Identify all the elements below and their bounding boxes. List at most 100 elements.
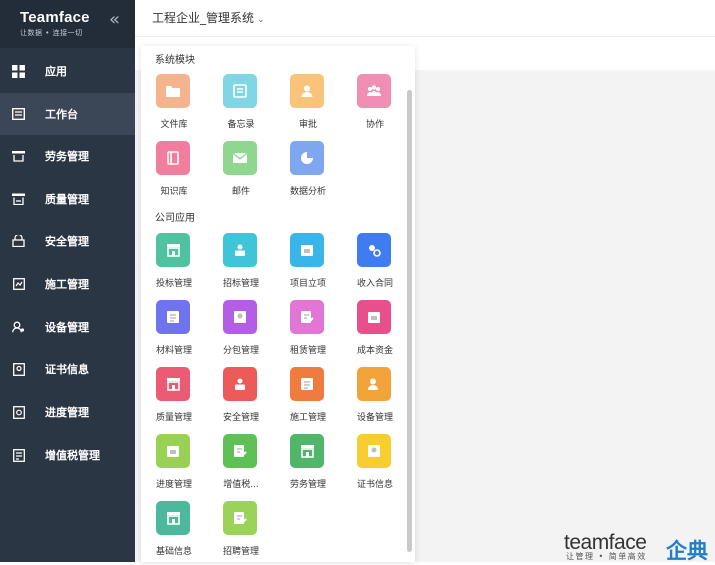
grid-icon (12, 64, 25, 78)
sidebar-item-tax[interactable]: 增值税管理 (0, 434, 135, 476)
badge-icon (223, 300, 257, 334)
store-icon (156, 367, 190, 401)
sidebar-item-safety[interactable]: 安全管理 (0, 220, 135, 262)
app-label: 投标管理 (155, 279, 192, 289)
app-tile-sys-apps-0[interactable]: 文件库 (141, 74, 207, 134)
app-tile-co-apps-4[interactable]: 材料管理 (141, 300, 207, 360)
sidebar-item-certificate[interactable]: 证书信息 (0, 348, 135, 390)
app-tile-co-apps-10[interactable]: 施工管理 (275, 367, 341, 427)
section-title-company: 公司应用 (155, 213, 195, 224)
sidebar-item-label: 质量管理 (45, 193, 89, 206)
app-label: 审批 (298, 120, 317, 130)
app-label: 质量管理 (155, 413, 192, 423)
app-tile-co-apps-11[interactable]: 设备管理 (342, 367, 408, 427)
section-title-system: 系统模块 (155, 55, 195, 66)
app-tile-sys-apps-5[interactable]: 邮件 (208, 141, 274, 201)
top-bar: 工程企业_管理系统 ⌄ (135, 0, 715, 36)
memo-icon (223, 74, 257, 108)
app-label: 材料管理 (155, 346, 192, 356)
store-icon (290, 434, 324, 468)
app-tile-co-apps-2[interactable]: 项目立项 (275, 233, 341, 293)
app-label: 备忘录 (227, 120, 255, 130)
sidebar-item-label: 证书信息 (45, 363, 89, 376)
sidebar-item-label: 进度管理 (45, 406, 89, 419)
sidebar-item-quality[interactable]: 质量管理 (0, 178, 135, 220)
app-tile-sys-apps-3[interactable]: 协作 (342, 74, 408, 134)
app-label: 劳务管理 (289, 480, 326, 490)
approval-icon (290, 74, 324, 108)
app-tile-co-apps-8[interactable]: 质量管理 (141, 367, 207, 427)
contract-icon (357, 233, 391, 267)
sidebar-item-workbench[interactable]: 工作台 (0, 93, 135, 135)
app-tile-sys-apps-1[interactable]: 备忘录 (208, 74, 274, 134)
sidebar-item-construction[interactable]: 施工管理 (0, 263, 135, 305)
app-tile-co-apps-16[interactable]: 基础信息 (141, 501, 207, 561)
sidebar-item-label: 工作台 (45, 108, 78, 121)
app-tile-sys-apps-2[interactable]: 审批 (275, 74, 341, 134)
sidebar-item-grid[interactable]: 应用 (0, 50, 135, 92)
sidebar: Teamface 让数据 • 连接一切 « 应用工作台劳务管理质量管理安全管理施… (0, 0, 135, 562)
app-tile-co-apps-12[interactable]: 进度管理 (141, 434, 207, 494)
app-tile-co-apps-0[interactable]: 投标管理 (141, 233, 207, 293)
progress-icon (12, 405, 25, 419)
app-label: 分包管理 (222, 346, 259, 356)
sidebar-item-equipment[interactable]: 设备管理 (0, 306, 135, 348)
app-label: 协作 (365, 120, 384, 130)
app-label: 设备管理 (356, 413, 393, 423)
brand-tagline: 让数据 • 连接一切 (20, 29, 83, 37)
app-label: 招标管理 (222, 279, 259, 289)
app-label: 收入合同 (356, 279, 393, 289)
collapse-sidebar-icon[interactable]: « (109, 9, 120, 30)
person-doc-icon (223, 233, 257, 267)
app-label: 施工管理 (289, 413, 326, 423)
knowledge-icon (156, 141, 190, 175)
calendar-icon (357, 300, 391, 334)
sidebar-item-label: 增值税管理 (45, 449, 100, 462)
folder-icon (156, 74, 190, 108)
app-tile-co-apps-15[interactable]: 证书信息 (342, 434, 408, 494)
app-tile-co-apps-13[interactable]: 增值税... (208, 434, 274, 494)
labor-icon (12, 150, 25, 163)
brand-logo[interactable]: Teamface (20, 9, 90, 26)
sidebar-item-labor[interactable]: 劳务管理 (0, 135, 135, 177)
sidebar-item-label: 施工管理 (45, 278, 89, 291)
app-tile-co-apps-5[interactable]: 分包管理 (208, 300, 274, 360)
app-label: 租赁管理 (289, 346, 326, 356)
sidebar-item-label: 安全管理 (45, 235, 89, 248)
sidebar-item-label: 设备管理 (45, 321, 89, 334)
system-switcher[interactable]: 工程企业_管理系统 ⌄ (152, 9, 265, 26)
calendar-icon (156, 434, 190, 468)
mail-icon (223, 141, 257, 175)
app-tile-co-apps-14[interactable]: 劳务管理 (275, 434, 341, 494)
app-label: 数据分析 (289, 187, 326, 197)
chevron-down-icon: ⌄ (257, 15, 265, 25)
sidebar-item-progress[interactable]: 进度管理 (0, 391, 135, 433)
store-icon (156, 501, 190, 535)
app-tile-sys-apps-4[interactable]: 知识库 (141, 141, 207, 201)
app-label: 项目立项 (289, 279, 326, 289)
app-label: 成本资金 (356, 346, 393, 356)
system-title: 工程企业_管理系统 (152, 11, 255, 25)
app-tile-co-apps-17[interactable]: 招聘管理 (208, 501, 274, 561)
pie-chart-icon (290, 141, 324, 175)
workbench-icon (12, 108, 25, 121)
store-icon (156, 233, 190, 267)
app-tile-sys-apps-6[interactable]: 数据分析 (275, 141, 341, 201)
app-tile-co-apps-9[interactable]: 安全管理 (208, 367, 274, 427)
app-label: 招聘管理 (222, 547, 259, 557)
watermark-sub: 让管理 • 简单高效 (566, 552, 647, 561)
person-icon (357, 367, 391, 401)
app-tile-co-apps-1[interactable]: 招标管理 (208, 233, 274, 293)
watermark-cn: 企典 (666, 539, 708, 563)
collaboration-icon (357, 74, 391, 108)
app-label: 知识库 (160, 187, 188, 197)
app-tile-co-apps-3[interactable]: 收入合同 (342, 233, 408, 293)
app-tile-co-apps-6[interactable]: 租赁管理 (275, 300, 341, 360)
calendar-icon (290, 233, 324, 267)
tax-icon (12, 448, 25, 462)
panel-scrollbar[interactable] (407, 90, 412, 552)
app-label: 邮件 (231, 187, 250, 197)
sidebar-item-label: 劳务管理 (45, 150, 89, 163)
app-label: 安全管理 (222, 413, 259, 423)
app-tile-co-apps-7[interactable]: 成本资金 (342, 300, 408, 360)
